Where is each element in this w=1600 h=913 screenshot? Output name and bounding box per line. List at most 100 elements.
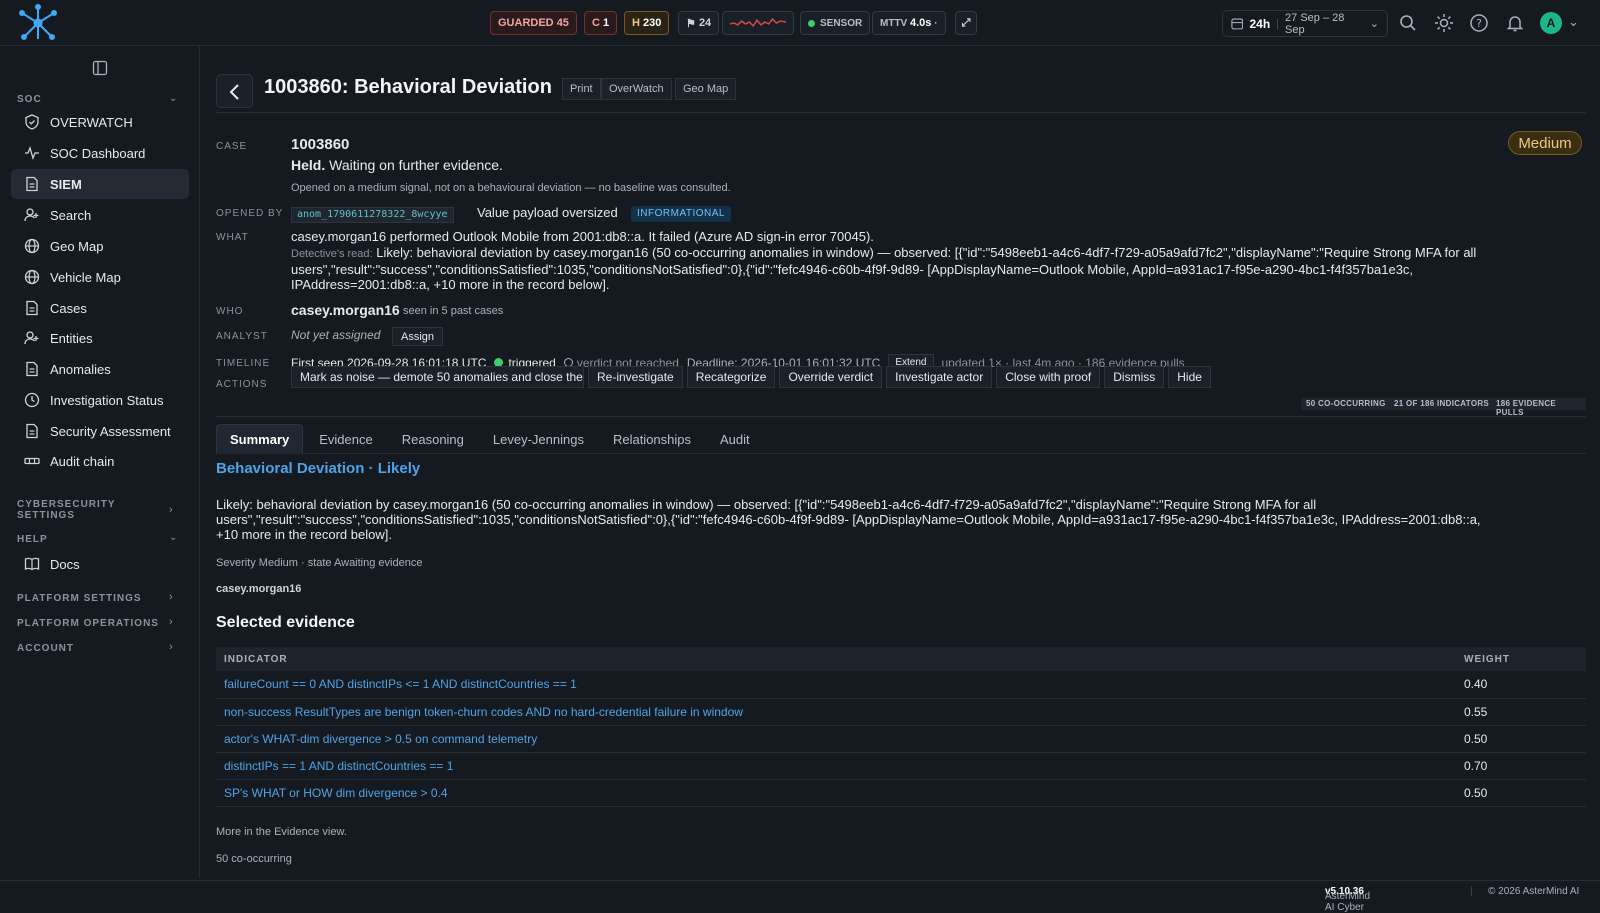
cybersecurity-settings-header[interactable]: CYBERSECURITY SETTINGS (17, 499, 116, 521)
detective-label: Detective's read: (291, 248, 373, 260)
mttv-pill[interactable]: MTTV 4.0s · (872, 11, 946, 35)
flag-count-pill[interactable]: ⚑ 24 (678, 11, 720, 35)
sidebar-item-investigation-status[interactable]: Investigation Status (11, 385, 189, 415)
soc-chevron-down-icon[interactable]: ⌄ (169, 93, 179, 104)
indicator-cell[interactable]: actor's WHAT-dim divergence > 0.5 on com… (216, 725, 1456, 753)
case-tabs: Summary Evidence Reasoning Levey-Jenning… (216, 424, 1586, 454)
critical-count-pill[interactable]: C 1 (584, 11, 618, 35)
indicator-column-header[interactable]: INDICATOR (216, 647, 1456, 671)
critical-label: C (592, 17, 600, 29)
help-chevron-down-icon[interactable]: ⌄ (169, 532, 179, 543)
sidebar-item-geo-map[interactable]: Geo Map (11, 231, 189, 261)
high-value: 230 (643, 17, 662, 29)
close-with-proof-button[interactable]: Close with proof (996, 366, 1101, 388)
sidebar-item-siem[interactable]: SIEM (11, 169, 189, 199)
tab-audit[interactable]: Audit (707, 424, 763, 454)
guarded-value: 45 (556, 17, 569, 29)
footer-divider: | (1470, 886, 1473, 897)
tab-levey-jennings[interactable]: Levey-Jennings (480, 424, 597, 454)
account-header[interactable]: ACCOUNT (17, 643, 74, 654)
override-verdict-button[interactable]: Override verdict (779, 366, 883, 388)
sidebar-item-vehicle-map[interactable]: Vehicle Map (11, 262, 189, 292)
sidebar-item-entities[interactable]: Entities (11, 323, 189, 353)
summary-line-3: +10 more in the record below]. (216, 527, 392, 542)
tab-reasoning[interactable]: Reasoning (389, 424, 477, 454)
tab-summary[interactable]: Summary (216, 424, 304, 454)
help-icon[interactable]: ? (1469, 13, 1489, 33)
page-title: 1003860: Behavioral Deviation (264, 76, 552, 98)
platform-settings-chevron-right-icon[interactable]: › (169, 591, 179, 603)
recategorize-button[interactable]: Recategorize (686, 366, 776, 388)
weight-cell: 0.70 (1456, 752, 1586, 780)
date-range-selector[interactable]: 24h | 27 Sep – 28 Sep ⌄ (1222, 10, 1388, 37)
table-row[interactable]: distinctIPs == 1 AND distinctCountries =… (216, 752, 1586, 780)
severity-state: Severity Medium · state Awaiting evidenc… (216, 557, 423, 569)
indicator-cell[interactable]: failureCount == 0 AND distinctIPs <= 1 A… (216, 671, 1456, 699)
overwatch-button[interactable]: OverWatch (601, 78, 672, 100)
sidebar-item-anomalies[interactable]: Anomalies (11, 354, 189, 384)
user-plus-icon (24, 331, 39, 345)
sidebar-item-cases[interactable]: Cases (11, 293, 189, 323)
sidebar-item-search[interactable]: Search (11, 200, 189, 230)
account-chevron-down-icon[interactable]: ⌄ (1568, 14, 1579, 30)
tab-evidence[interactable]: Evidence (306, 424, 385, 454)
print-button[interactable]: Print (562, 78, 601, 100)
sidebar-item-docs[interactable]: Docs (11, 549, 189, 579)
avatar[interactable]: A (1540, 12, 1562, 34)
back-button[interactable] (216, 74, 253, 108)
reinvestigate-button[interactable]: Re-investigate (588, 366, 683, 388)
opened-note: Opened on a medium signal, not on a beha… (291, 182, 731, 194)
document-icon (26, 176, 38, 192)
activity-sparkline[interactable] (722, 11, 794, 35)
soc-section-header[interactable]: SOC (17, 94, 42, 105)
platform-operations-chevron-right-icon[interactable]: › (169, 616, 179, 628)
table-row[interactable]: non-success ResultTypes are benign token… (216, 698, 1586, 726)
case-status: Held. Waiting on further evidence. (291, 157, 503, 173)
assign-button[interactable]: Assign (392, 327, 444, 346)
table-row[interactable]: actor's WHAT-dim divergence > 0.5 on com… (216, 725, 1586, 753)
expand-button[interactable]: ⤢ (955, 11, 977, 35)
help-section-header[interactable]: HELP (17, 534, 48, 545)
bell-icon[interactable] (1505, 13, 1525, 33)
calendar-icon (1231, 18, 1244, 30)
sidebar-item-soc-dashboard[interactable]: SOC Dashboard (11, 138, 189, 168)
summary-user[interactable]: casey.morgan16 (216, 583, 301, 595)
investigate-actor-button[interactable]: Investigate actor (886, 366, 993, 388)
table-row[interactable]: SP's WHAT or HOW dim divergence > 0.4 0.5… (216, 779, 1586, 807)
cooccurring-note: 50 co-occurring (216, 853, 292, 865)
high-count-pill[interactable]: H 230 (624, 11, 670, 35)
platform-settings-header[interactable]: PLATFORM SETTINGS (17, 593, 142, 604)
sun-theme-icon[interactable] (1434, 13, 1454, 33)
who-user[interactable]: casey.morgan16 (291, 302, 400, 318)
pulse-icon (25, 146, 39, 160)
sidebar-collapse-icon[interactable] (92, 60, 108, 76)
weight-cell: 0.55 (1456, 698, 1586, 726)
account-chevron-right-icon[interactable]: › (169, 641, 179, 653)
search-icon[interactable] (1398, 13, 1418, 33)
more-evidence-note: More in the Evidence view. (216, 826, 347, 838)
who-note: seen in 5 past cases (403, 305, 504, 317)
sensor-status-pill[interactable]: SENSOR (800, 11, 871, 35)
astermind-logo-icon[interactable] (16, 3, 60, 43)
weight-column-header[interactable]: WEIGHT (1456, 647, 1586, 671)
opened-by-anomaly-id[interactable]: anom_1790611278322_8wcyye (291, 207, 454, 223)
guarded-status-pill[interactable]: GUARDED 45 (490, 11, 577, 35)
weight-cell: 0.50 (1456, 779, 1586, 807)
sidebar-item-overwatch[interactable]: OVERWATCH (11, 107, 189, 137)
sidebar-item-audit-chain[interactable]: Audit chain (11, 446, 189, 476)
indicator-cell[interactable]: SP's WHAT or HOW dim divergence > 0.4 (216, 779, 1456, 807)
what-text: casey.morgan16 performed Outlook Mobile … (291, 229, 874, 244)
indicator-cell[interactable]: distinctIPs == 1 AND distinctCountries =… (216, 752, 1456, 780)
tab-relationships[interactable]: Relationships (600, 424, 704, 454)
mark-as-noise-button[interactable]: Mark as noise — demote 50 anomalies and … (291, 366, 584, 388)
sidebar-item-security-assessment[interactable]: Security Assessment (11, 416, 189, 446)
footer-product: AsterMind AI Cyber v5.10.36 (1325, 886, 1370, 913)
document-icon (26, 361, 38, 377)
platform-operations-header[interactable]: PLATFORM OPERATIONS (17, 618, 159, 629)
hide-button[interactable]: Hide (1168, 366, 1211, 388)
indicator-cell[interactable]: non-success ResultTypes are benign token… (216, 698, 1456, 726)
geo-map-button[interactable]: Geo Map (675, 78, 737, 100)
dismiss-button[interactable]: Dismiss (1104, 366, 1165, 388)
cyber-chevron-right-icon[interactable]: › (169, 504, 179, 516)
table-row[interactable]: failureCount == 0 AND distinctIPs <= 1 A… (216, 671, 1586, 699)
